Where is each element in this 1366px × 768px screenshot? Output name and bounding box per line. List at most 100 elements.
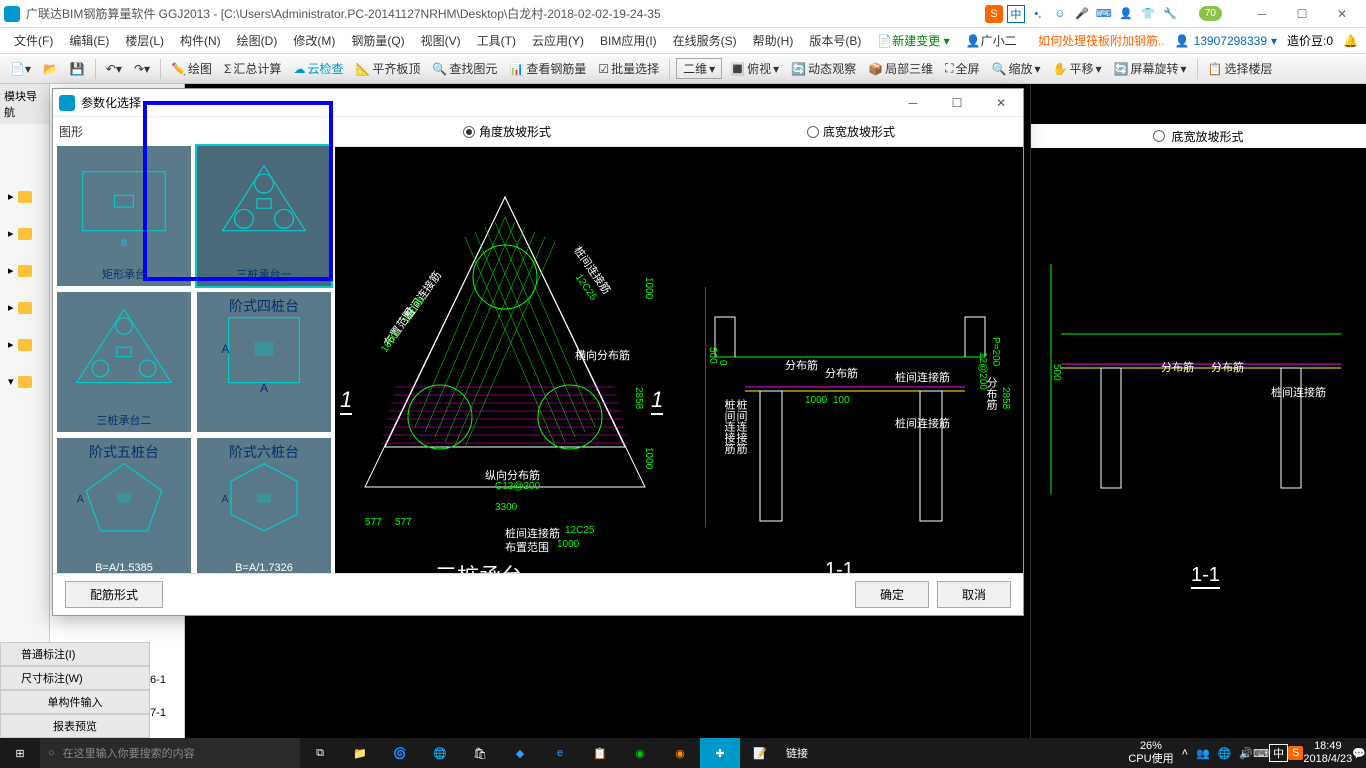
ime-keyboard-icon[interactable]: ⌨ [1095, 5, 1113, 23]
rv-radio[interactable] [1153, 130, 1165, 142]
tool-local3d[interactable]: 📦局部三维 [864, 58, 937, 79]
btn-rebar-form[interactable]: 配筋形式 [65, 581, 163, 608]
tool-save[interactable]: 💾 [66, 60, 89, 78]
ime-shirt-icon[interactable]: 👕 [1139, 5, 1157, 23]
tool-undo[interactable]: ↶▾ [102, 60, 126, 78]
tool-topview[interactable]: 🔳俯视▾ [726, 58, 783, 79]
menu-component[interactable]: 构件(N) [174, 30, 227, 51]
shape-tri3-2[interactable]: 三桩承台二 [57, 292, 191, 432]
tool-viewrebar[interactable]: 📊查看钢筋量 [505, 58, 590, 79]
btn-cancel[interactable]: 取消 [937, 581, 1011, 608]
btn-dim-normal[interactable]: 普通标注(I) [0, 642, 150, 666]
ime-person-icon[interactable]: 👤 [1117, 5, 1135, 23]
shape-step4[interactable]: AA 阶式四桩台 [197, 292, 331, 432]
tool-draw[interactable]: ✏️绘图 [167, 58, 216, 79]
task-app6[interactable]: ✚ [700, 738, 740, 768]
menu-help[interactable]: 帮助(H) [747, 30, 800, 51]
tool-align[interactable]: 📐平齐板顶 [351, 58, 424, 79]
tool-zoom[interactable]: 🔍缩放▾ [988, 58, 1045, 79]
tool-pan[interactable]: ✋平移▾ [1049, 58, 1106, 79]
minimize-button[interactable]: ─ [1242, 0, 1282, 28]
phone-number[interactable]: 👤13907298339 ▾ [1175, 34, 1277, 48]
help-link[interactable]: 如何处理筏板附加钢筋.. [1038, 32, 1165, 49]
tray-keyboard-icon[interactable]: ⌨ [1253, 747, 1269, 760]
tool-redo[interactable]: ↷▾ [130, 60, 154, 78]
task-store[interactable]: 🛍 [460, 738, 500, 768]
user-avatar[interactable]: 👤广小二 [960, 30, 1023, 51]
menu-draw[interactable]: 绘图(D) [231, 30, 284, 51]
tool-rotate[interactable]: 🔄屏幕旋转▾ [1110, 58, 1191, 79]
dialog-maximize[interactable]: ☐ [941, 96, 973, 110]
nav-folder-3[interactable]: ▸ [4, 262, 45, 279]
nav-folder-1[interactable]: ▸ [4, 188, 45, 205]
shape-tri3-1[interactable]: 三桩承台一 [197, 146, 331, 286]
tool-cloudcheck[interactable]: ☁云检查 [289, 58, 347, 79]
tool-viewmode[interactable]: 二维 ▾ [676, 58, 722, 79]
shape-step6[interactable]: A 阶式六桩台 B=A/1.7326 [197, 438, 331, 573]
ime-wrench-icon[interactable]: 🔧 [1161, 5, 1179, 23]
ime-bar[interactable]: S 中 •, ☺ 🎤 ⌨ 👤 👕 🔧 [985, 5, 1179, 23]
task-app2[interactable]: ◆ [500, 738, 540, 768]
menu-file[interactable]: 文件(F) [8, 30, 59, 51]
sogou-icon[interactable]: S [985, 5, 1003, 23]
cpu-meter[interactable]: 26% CPU使用 [1128, 740, 1173, 766]
menu-newchange[interactable]: 📄新建变更 ▾ [871, 30, 955, 51]
preview-canvas[interactable]: 3300 577 577 2858 1000 1000 横向分布筋 纵向分布筋 … [335, 147, 1023, 573]
shape-rect[interactable]: B 矩形承台 [57, 146, 191, 286]
task-app1[interactable]: 🌀 [380, 738, 420, 768]
task-view-icon[interactable]: ⧉ [300, 738, 340, 768]
menu-tool[interactable]: 工具(T) [471, 30, 522, 51]
tool-find[interactable]: 🔍查找图元 [428, 58, 501, 79]
nav-folder-5[interactable]: ▸ [4, 336, 45, 353]
task-link[interactable]: 链接 [780, 738, 814, 768]
tool-new[interactable]: 📄▾ [6, 60, 35, 78]
btn-single-input[interactable]: 单构件输入 [0, 690, 150, 714]
tool-sum[interactable]: Σ 汇总计算 [220, 58, 285, 79]
right-viewport[interactable]: 底宽放坡形式 分布筋 分布筋 桩间连接筋 500 1-1 [1030, 84, 1366, 738]
maximize-button[interactable]: ☐ [1282, 0, 1322, 28]
start-button[interactable]: ⊞ [0, 738, 40, 768]
radio-width-slope[interactable]: 底宽放坡形式 [807, 123, 895, 140]
radio-angle-slope[interactable]: 角度放坡形式 [463, 123, 551, 140]
dialog-minimize[interactable]: ─ [897, 96, 929, 110]
tray-people-icon[interactable]: 👥 [1196, 747, 1210, 760]
tray-up-icon[interactable]: ˄ [1182, 747, 1188, 759]
task-edge[interactable]: 🌐 [420, 738, 460, 768]
task-explorer[interactable]: 📁 [340, 738, 380, 768]
nav-folder-6[interactable]: ▾ [4, 373, 45, 390]
task-ie[interactable]: e [540, 738, 580, 768]
ime-smile-icon[interactable]: ☺ [1051, 5, 1069, 23]
task-app4[interactable]: ◉ [620, 738, 660, 768]
menu-edit[interactable]: 编辑(E) [63, 30, 115, 51]
menu-rebar[interactable]: 钢筋量(Q) [345, 30, 410, 51]
price-bean[interactable]: 造价豆:0 [1287, 32, 1333, 49]
shape-step5[interactable]: A 阶式五桩台 B=A/1.5385 [57, 438, 191, 573]
taskbar-search[interactable]: ○ 在这里输入你要搜索的内容 [40, 738, 300, 768]
menu-online[interactable]: 在线服务(S) [667, 30, 743, 51]
tray-network-icon[interactable]: 🌐 [1218, 747, 1232, 760]
menu-version[interactable]: 版本号(B) [803, 30, 867, 51]
tool-selectfloor[interactable]: 📋选择楼层 [1204, 58, 1277, 79]
dialog-titlebar[interactable]: 参数化选择 ─ ☐ ✕ [53, 89, 1023, 117]
task-app3[interactable]: 📋 [580, 738, 620, 768]
nav-folder-4[interactable]: ▸ [4, 299, 45, 316]
tray-notification-icon[interactable]: 💬 [1352, 747, 1366, 760]
menu-view[interactable]: 视图(V) [415, 30, 467, 51]
tray-sogou-icon[interactable]: S [1288, 746, 1303, 760]
tray-clock[interactable]: 18:49 2018/4/23 [1303, 740, 1352, 766]
tool-batchsel[interactable]: ☑批量选择 [594, 58, 663, 79]
menu-modify[interactable]: 修改(M) [287, 30, 341, 51]
btn-report-preview[interactable]: 报表预览 [0, 714, 150, 738]
ime-mic-icon[interactable]: 🎤 [1073, 5, 1091, 23]
tool-open[interactable]: 📂 [39, 60, 62, 78]
ime-punct-icon[interactable]: •, [1029, 5, 1047, 23]
dialog-close[interactable]: ✕ [985, 96, 1017, 110]
btn-ok[interactable]: 确定 [855, 581, 929, 608]
tool-orbit[interactable]: 🔄动态观察 [787, 58, 860, 79]
green-badge[interactable]: 70 [1199, 6, 1222, 21]
ime-lang-icon[interactable]: 中 [1007, 5, 1025, 23]
close-button[interactable]: ✕ [1322, 0, 1362, 28]
tray-volume-icon[interactable]: 🔊 [1239, 747, 1253, 760]
menu-cloud[interactable]: 云应用(Y) [526, 30, 590, 51]
menu-bim[interactable]: BIM应用(I) [594, 30, 663, 51]
